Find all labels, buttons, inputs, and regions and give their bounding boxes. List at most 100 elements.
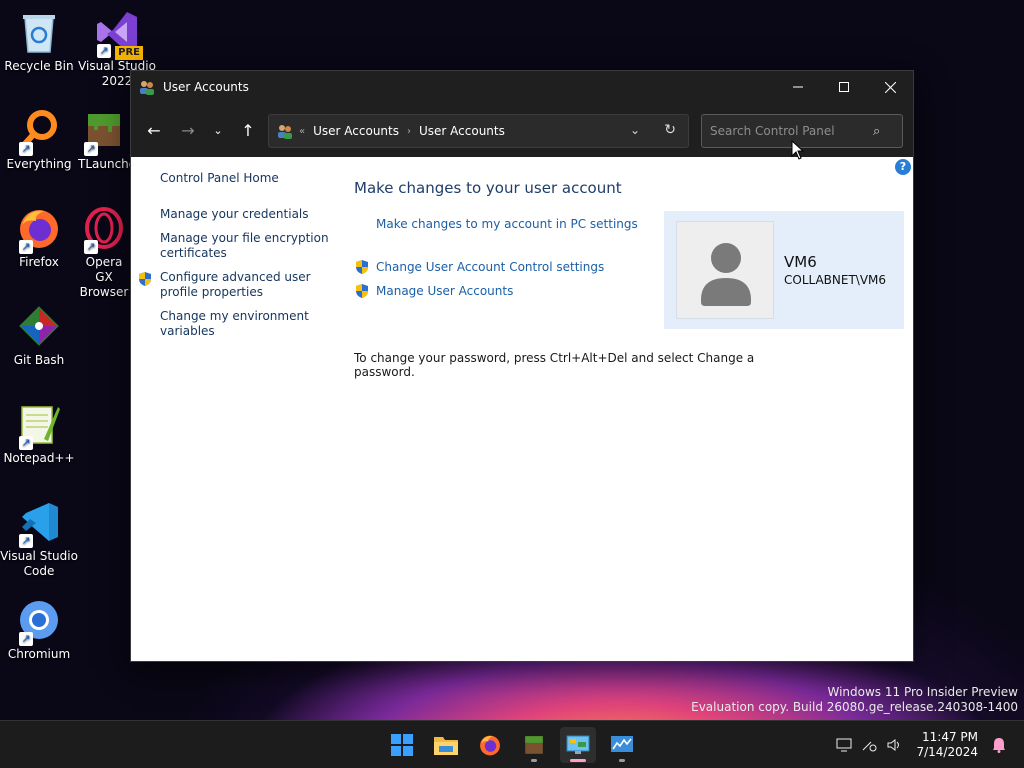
maximize-icon: [839, 82, 849, 92]
firefox-icon: ↗: [15, 204, 63, 254]
shortcut-arrow-icon: ↗: [19, 142, 33, 156]
watermark-line-1: Windows 11 Pro Insider Preview: [827, 685, 1018, 699]
firefox-icon: [480, 735, 500, 756]
close-icon: [884, 81, 896, 93]
monitor-chart-icon: [611, 736, 633, 752]
manage-user-accounts-link[interactable]: Manage User Accounts: [376, 284, 513, 298]
user-domain: COLLABNET\VM6: [784, 273, 887, 287]
help-icon[interactable]: ?: [895, 159, 911, 175]
shortcut-arrow-icon: ↗: [19, 534, 33, 548]
avatar: [676, 221, 774, 319]
uac-shield-icon: [356, 284, 368, 298]
breadcrumb-separator: ›: [407, 125, 411, 137]
shortcut-arrow-icon: ↗: [84, 142, 98, 156]
desktop-icon-everything[interactable]: ↗ Everything: [0, 106, 78, 172]
minimize-button[interactable]: [775, 71, 821, 103]
environment-variables-link[interactable]: Change my environment variables: [160, 309, 330, 339]
taskbar-tlauncher[interactable]: [516, 727, 552, 763]
recent-locations-button[interactable]: ⌄: [203, 115, 233, 145]
clock-date: 7/14/2024: [916, 745, 978, 759]
active-indicator: [570, 759, 586, 762]
opera-gx-icon: ↗: [80, 204, 128, 254]
minecraft-grass-block-icon: ↗: [80, 106, 128, 156]
breadcrumb-item[interactable]: User Accounts: [313, 124, 399, 138]
user-silhouette-icon: [701, 243, 751, 306]
manage-credentials-link[interactable]: Manage your credentials: [160, 207, 330, 222]
windows-logo-icon: [391, 734, 413, 756]
desktop-icon-firefox[interactable]: ↗ Firefox: [0, 204, 78, 270]
watermark-line-2: Evaluation copy. Build 26080.ge_release.…: [691, 700, 1018, 714]
desktop-icon-git-bash[interactable]: Git Bash: [0, 302, 78, 368]
clock-time: 11:47 PM: [922, 730, 978, 744]
shortcut-arrow-icon: ↗: [19, 240, 33, 254]
title-bar[interactable]: User Accounts: [131, 71, 913, 103]
chevron-down-icon: ⌄: [629, 123, 640, 137]
back-button[interactable]: ←: [139, 115, 169, 145]
control-panel-home-link[interactable]: Control Panel Home: [160, 171, 330, 186]
chromium-icon: ↗: [15, 596, 63, 646]
desktop-icon-vscode[interactable]: ↗ Visual Studio Code: [0, 498, 78, 579]
breadcrumb-overflow[interactable]: «: [299, 126, 305, 137]
desktop-icon-tlauncher[interactable]: ↗ TLauncher: [78, 106, 130, 172]
content-area: ? Control Panel Home Manage your credent…: [131, 157, 913, 661]
close-button[interactable]: [867, 71, 913, 103]
taskbar-firefox[interactable]: [472, 727, 508, 763]
uac-shield-icon: [139, 272, 151, 286]
minimize-icon: [793, 86, 803, 88]
uac-shield-icon: [356, 260, 368, 274]
shortcut-arrow-icon: ↗: [84, 240, 98, 254]
user-card: VM6 COLLABNET\VM6: [664, 211, 904, 329]
page-heading: Make changes to your user account: [354, 179, 622, 197]
taskbar-file-explorer[interactable]: [428, 727, 464, 763]
shortcut-arrow-icon: ↗: [97, 44, 111, 58]
folder-icon: [434, 737, 458, 755]
running-indicator: [619, 759, 625, 762]
up-button[interactable]: ↑: [233, 115, 263, 145]
search-input[interactable]: [702, 124, 867, 138]
breadcrumb-item[interactable]: User Accounts: [419, 124, 505, 138]
user-accounts-icon: [140, 81, 154, 95]
refresh-icon: ↻: [664, 122, 676, 138]
forward-button[interactable]: →: [173, 115, 203, 145]
desktop-icon-opera-gx[interactable]: ↗ Opera GX Browser: [78, 204, 130, 300]
taskbar-control-panel[interactable]: [560, 727, 596, 763]
start-button[interactable]: [384, 727, 420, 763]
arrow-up-icon: ↑: [241, 120, 255, 140]
desktop-icon-notepadpp[interactable]: ↗ Notepad++: [0, 400, 78, 466]
user-name: VM6: [784, 253, 817, 271]
tray-display-icon[interactable]: [833, 734, 855, 756]
refresh-button[interactable]: ↻: [664, 122, 676, 138]
file-encryption-link[interactable]: Manage your file encryption certificates: [160, 231, 330, 261]
window-title: User Accounts: [163, 80, 249, 94]
task-pane: Control Panel Home Manage your credentia…: [139, 171, 330, 348]
address-dropdown-button[interactable]: ⌄: [630, 123, 640, 137]
control-panel-icon: [566, 735, 590, 754]
git-bash-icon: [15, 302, 63, 350]
desktop-icon-recycle-bin[interactable]: Recycle Bin: [0, 8, 78, 74]
mouse-cursor-icon: [791, 140, 805, 160]
vscode-icon: ↗: [15, 498, 63, 548]
visual-studio-icon: ↗ PRE: [93, 8, 143, 60]
address-bar[interactable]: « User Accounts › User Accounts ⌄ ↻: [268, 114, 689, 148]
pre-badge: PRE: [115, 46, 143, 60]
taskbar: 11:47 PM 7/14/2024: [0, 720, 1024, 768]
notepadpp-icon: ↗: [15, 400, 63, 450]
maximize-button[interactable]: [821, 71, 867, 103]
system-tray: 11:47 PM 7/14/2024: [833, 721, 1024, 768]
recycle-bin-icon: [15, 8, 63, 56]
tray-volume-icon[interactable]: [883, 734, 905, 756]
notification-bell-icon[interactable]: [988, 734, 1010, 756]
minecraft-grass-block-icon: [525, 736, 543, 754]
taskbar-resource-monitor[interactable]: [604, 727, 640, 763]
tray-network-icon[interactable]: [858, 734, 880, 756]
evaluation-watermark: Windows 11 Pro Insider Preview Evaluatio…: [691, 685, 1018, 715]
shortcut-arrow-icon: ↗: [19, 632, 33, 646]
search-icon[interactable]: ⌕: [873, 124, 880, 139]
uac-settings-link[interactable]: Change User Account Control settings: [376, 260, 604, 274]
password-note: To change your password, press Ctrl+Alt+…: [354, 351, 755, 379]
clock[interactable]: 11:47 PM 7/14/2024: [916, 730, 978, 760]
arrow-left-icon: ←: [147, 120, 161, 140]
everything-search-icon: ↗: [15, 106, 63, 156]
advanced-profile-properties-link[interactable]: Configure advanced user profile properti…: [160, 270, 330, 300]
desktop-icon-chromium[interactable]: ↗ Chromium: [0, 596, 78, 662]
